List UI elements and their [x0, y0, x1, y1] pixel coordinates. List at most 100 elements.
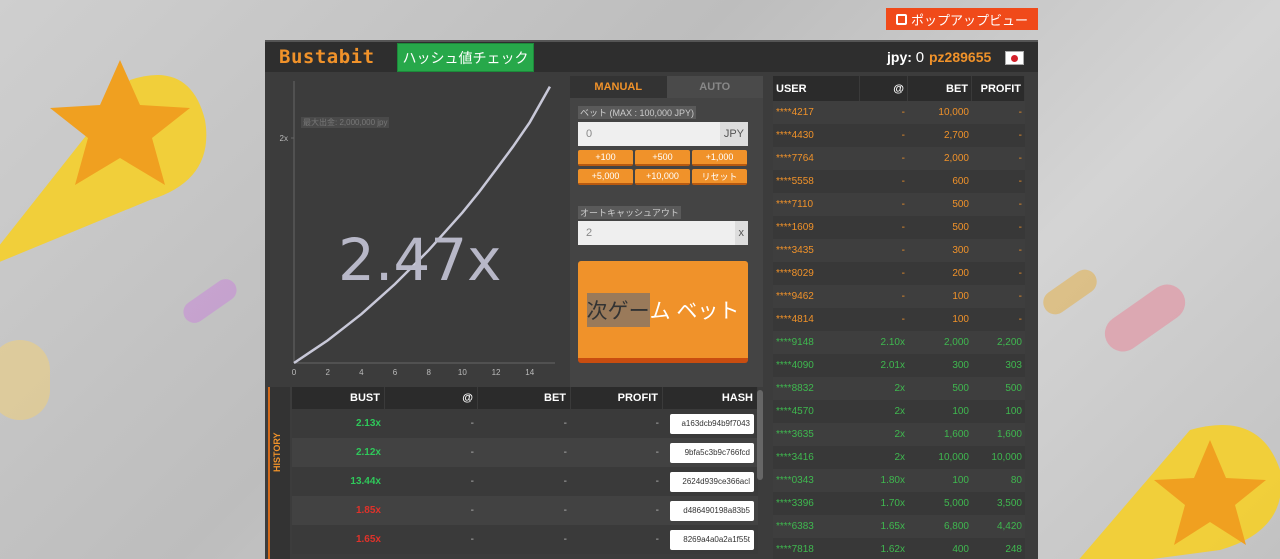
hash-check-button[interactable]: ハッシュ値チェック — [397, 43, 534, 72]
player-row: ****3396 1.70x 5,000 3,500 — [773, 492, 1025, 515]
player-at: 2.10x — [880, 337, 905, 348]
player-row: ****3416 2x 10,000 10,000 — [773, 446, 1025, 469]
history-bust: 2.13x — [355, 418, 381, 429]
player-profit: 1,600 — [996, 429, 1022, 440]
history-side-tab[interactable]: HISTORY — [268, 387, 290, 559]
japan-flag-icon[interactable] — [1005, 51, 1024, 65]
history-scrollbar[interactable] — [757, 390, 763, 480]
balance-value: 0 — [915, 49, 925, 66]
history-hash-field[interactable]: d486490198a83b5 — [670, 500, 754, 521]
player-at: 2x — [894, 406, 905, 417]
player-profit: - — [1018, 268, 1022, 279]
player-at: 2.01x — [880, 360, 905, 371]
max-payout-label: 最大出金: 2,000,000 jpy — [301, 117, 390, 128]
player-row: ****4217 - 10,000 - — [773, 101, 1025, 124]
player-row: ****9462 - 100 - — [773, 285, 1025, 308]
place-bet-button[interactable]: 次ゲーム ベット — [578, 261, 748, 363]
player-user: ****9462 — [776, 291, 814, 302]
quick-add-10000-button[interactable]: +10,000 — [635, 169, 690, 185]
player-row: ****4090 2.01x 300 303 — [773, 354, 1025, 377]
player-at: - — [901, 268, 905, 279]
x-tick-label: 14 — [525, 368, 534, 377]
history-row[interactable]: 1.65x - - -8269a4a0a2a1f55t — [292, 525, 758, 554]
quick-add-5000-button[interactable]: +5,000 — [578, 169, 633, 185]
player-bet: 300 — [952, 245, 969, 256]
history-table: BUST @ BET PROFIT HASH 2.13x - - - a163dcb94… — [292, 387, 758, 554]
history-hash-cell: 8269a4a0a2a1f55t — [663, 529, 758, 550]
player-at: - — [901, 153, 905, 164]
player-bet: 100 — [952, 314, 969, 325]
history-col-hash: HASH — [663, 387, 758, 409]
player-bet: 500 — [952, 199, 969, 210]
tab-manual[interactable]: MANUAL — [570, 76, 667, 98]
player-profit: 3,500 — [996, 498, 1022, 509]
history-row[interactable]: 1.85x - - - d486490198a83b5 — [292, 496, 758, 525]
username[interactable]: pz289655 — [929, 49, 991, 65]
player-user: ****6383 — [776, 521, 814, 532]
history-hash-cell: d486490198a83b5 — [663, 500, 758, 521]
players-col-profit: PROFIT — [972, 76, 1025, 101]
player-at: - — [901, 107, 905, 118]
logo[interactable]: Bustabit — [279, 46, 375, 68]
player-user: ****9148 — [776, 337, 814, 348]
player-row: ****7818 1.62x 400 248 — [773, 538, 1025, 559]
history-bust: 13.44x — [350, 476, 381, 487]
history-side-label: HISTORY — [272, 432, 282, 472]
history-at: - — [470, 505, 474, 516]
history-profit: - — [655, 505, 659, 516]
history-bust: 1.85x — [355, 505, 381, 516]
player-at: - — [901, 291, 905, 302]
player-profit: 10,000 — [991, 452, 1022, 463]
history-bet: - — [563, 534, 567, 545]
player-row: ****8029 - 200 - — [773, 262, 1025, 285]
auto-cashout-input[interactable]: 2 x — [578, 221, 748, 245]
history-at: - — [470, 418, 474, 429]
history-hash-field[interactable]: a163dcb94b9f7043 — [670, 413, 754, 434]
player-profit: - — [1018, 107, 1022, 118]
player-at: 1.70x — [880, 498, 905, 509]
star-comet-decoration — [0, 60, 207, 262]
quick-add-500-button[interactable]: +500 — [635, 150, 690, 166]
popup-view-button[interactable]: ポップアップビュー — [886, 8, 1038, 30]
player-at: - — [901, 314, 905, 325]
player-row: ****0343 1.80x 100 80 — [773, 469, 1025, 492]
bet-amount-input[interactable]: 0 JPY — [578, 122, 748, 146]
player-row: ****6383 1.65x 6,800 4,420 — [773, 515, 1025, 538]
player-user: ****4570 — [776, 406, 814, 417]
history-row[interactable]: 2.12x - - -9bfa5c3b9c766fcd — [292, 438, 758, 467]
history-row[interactable]: 13.44x - - -2624d939ce366acl — [292, 467, 758, 496]
player-bet: 100 — [952, 475, 969, 486]
player-bet: 600 — [952, 176, 969, 187]
bet-button-label-part2: ム ベット — [649, 299, 740, 323]
history-profit: - — [655, 418, 659, 429]
bet-controls: MANUAL AUTO ベット (MAX : 100,000 JPY) 0 JP… — [570, 76, 763, 406]
player-user: ****4217 — [776, 107, 814, 118]
player-profit: 80 — [1010, 475, 1022, 486]
player-row: ****5558 - 600 - — [773, 170, 1025, 193]
player-row: ****9148 2.10x 2,000 2,200 — [773, 331, 1025, 354]
bet-mode-tabs: MANUAL AUTO — [570, 76, 763, 98]
history-at: - — [470, 447, 474, 458]
history-hash-field[interactable]: 9bfa5c3b9c766fcd — [670, 442, 754, 463]
history-row[interactable]: 2.13x - - - a163dcb94b9f7043 — [292, 409, 758, 438]
player-bet: 100 — [952, 291, 969, 302]
quick-add-100-button[interactable]: +100 — [578, 150, 633, 166]
player-bet: 10,000 — [938, 452, 969, 463]
player-at: 2x — [894, 429, 905, 440]
player-at: - — [901, 222, 905, 233]
bet-unit: JPY — [719, 122, 748, 146]
x-tick-label: 4 — [359, 368, 364, 377]
history-hash-field[interactable]: 8269a4a0a2a1f55t — [670, 529, 754, 550]
player-bet: 2,700 — [943, 130, 969, 141]
tab-auto[interactable]: AUTO — [666, 76, 763, 98]
player-bet: 6,800 — [943, 521, 969, 532]
reset-button[interactable]: リセット — [692, 169, 747, 185]
x-tick-label: 2 — [325, 368, 330, 377]
x-tick-label: 12 — [492, 368, 501, 377]
history-hash-field[interactable]: 2624d939ce366acl — [670, 471, 754, 492]
player-at: 2x — [894, 452, 905, 463]
history-hash-cell: a163dcb94b9f7043 — [663, 413, 758, 434]
player-user: ****8832 — [776, 383, 814, 394]
player-row: ****3435 - 300 - — [773, 239, 1025, 262]
quick-add-1000-button[interactable]: +1,000 — [692, 150, 747, 166]
